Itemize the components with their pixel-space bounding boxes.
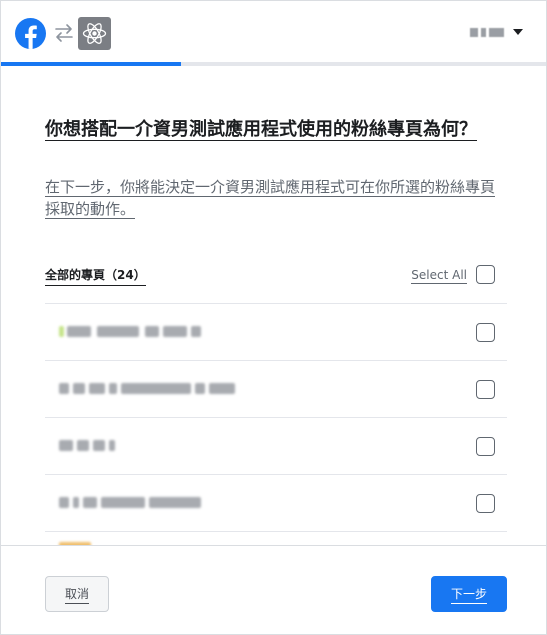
step-progress-bar: [1, 62, 546, 66]
footer-divider: [1, 545, 546, 546]
list-item[interactable]: [45, 531, 507, 545]
step-progress-fill: [1, 62, 181, 66]
page-title: 你想搭配一介資男測試應用程式使用的粉絲專頁為何？: [45, 117, 505, 143]
chevron-down-icon[interactable]: [513, 29, 523, 35]
select-all-checkbox[interactable]: [476, 265, 495, 284]
list-item[interactable]: [45, 303, 507, 360]
cancel-button[interactable]: 取消: [45, 576, 109, 612]
list-item[interactable]: [45, 360, 507, 417]
list-item[interactable]: [45, 474, 507, 531]
page-subtitle: 在下一步，你將能決定一介資男測試應用程式可在你所選的粉絲專頁採取的動作。: [45, 176, 507, 220]
select-all-link[interactable]: Select All: [411, 268, 467, 284]
pages-list-header: 全部的專頁（24） Select All: [45, 263, 507, 287]
page-checkbox[interactable]: [476, 437, 495, 456]
page-subtitle-text: 在下一步，你將能決定一介資男測試應用程式可在你所選的粉絲專頁採取的動作。: [45, 178, 496, 219]
dialog-window: 你想搭配一介資男測試應用程式使用的粉絲專頁為何？ 在下一步，你將能決定一介資男測…: [0, 0, 547, 635]
dialog-header: [1, 1, 546, 63]
list-item[interactable]: [45, 417, 507, 474]
page-checkbox[interactable]: [476, 494, 495, 513]
next-button-label: 下一步: [450, 585, 487, 604]
facebook-logo-icon: [15, 18, 46, 49]
page-checkbox[interactable]: [476, 380, 495, 399]
account-name-redacted[interactable]: [470, 28, 504, 38]
pages-list: [45, 303, 507, 545]
page-checkbox[interactable]: [476, 323, 495, 342]
page-title-text: 你想搭配一介資男測試應用程式使用的粉絲專頁為何？: [45, 119, 477, 141]
all-pages-label: 全部的專頁（24）: [45, 266, 146, 286]
atom-app-icon: [78, 17, 111, 50]
cancel-button-label: 取消: [64, 585, 89, 604]
swap-arrows-icon: [55, 24, 73, 42]
next-button[interactable]: 下一步: [431, 576, 507, 612]
